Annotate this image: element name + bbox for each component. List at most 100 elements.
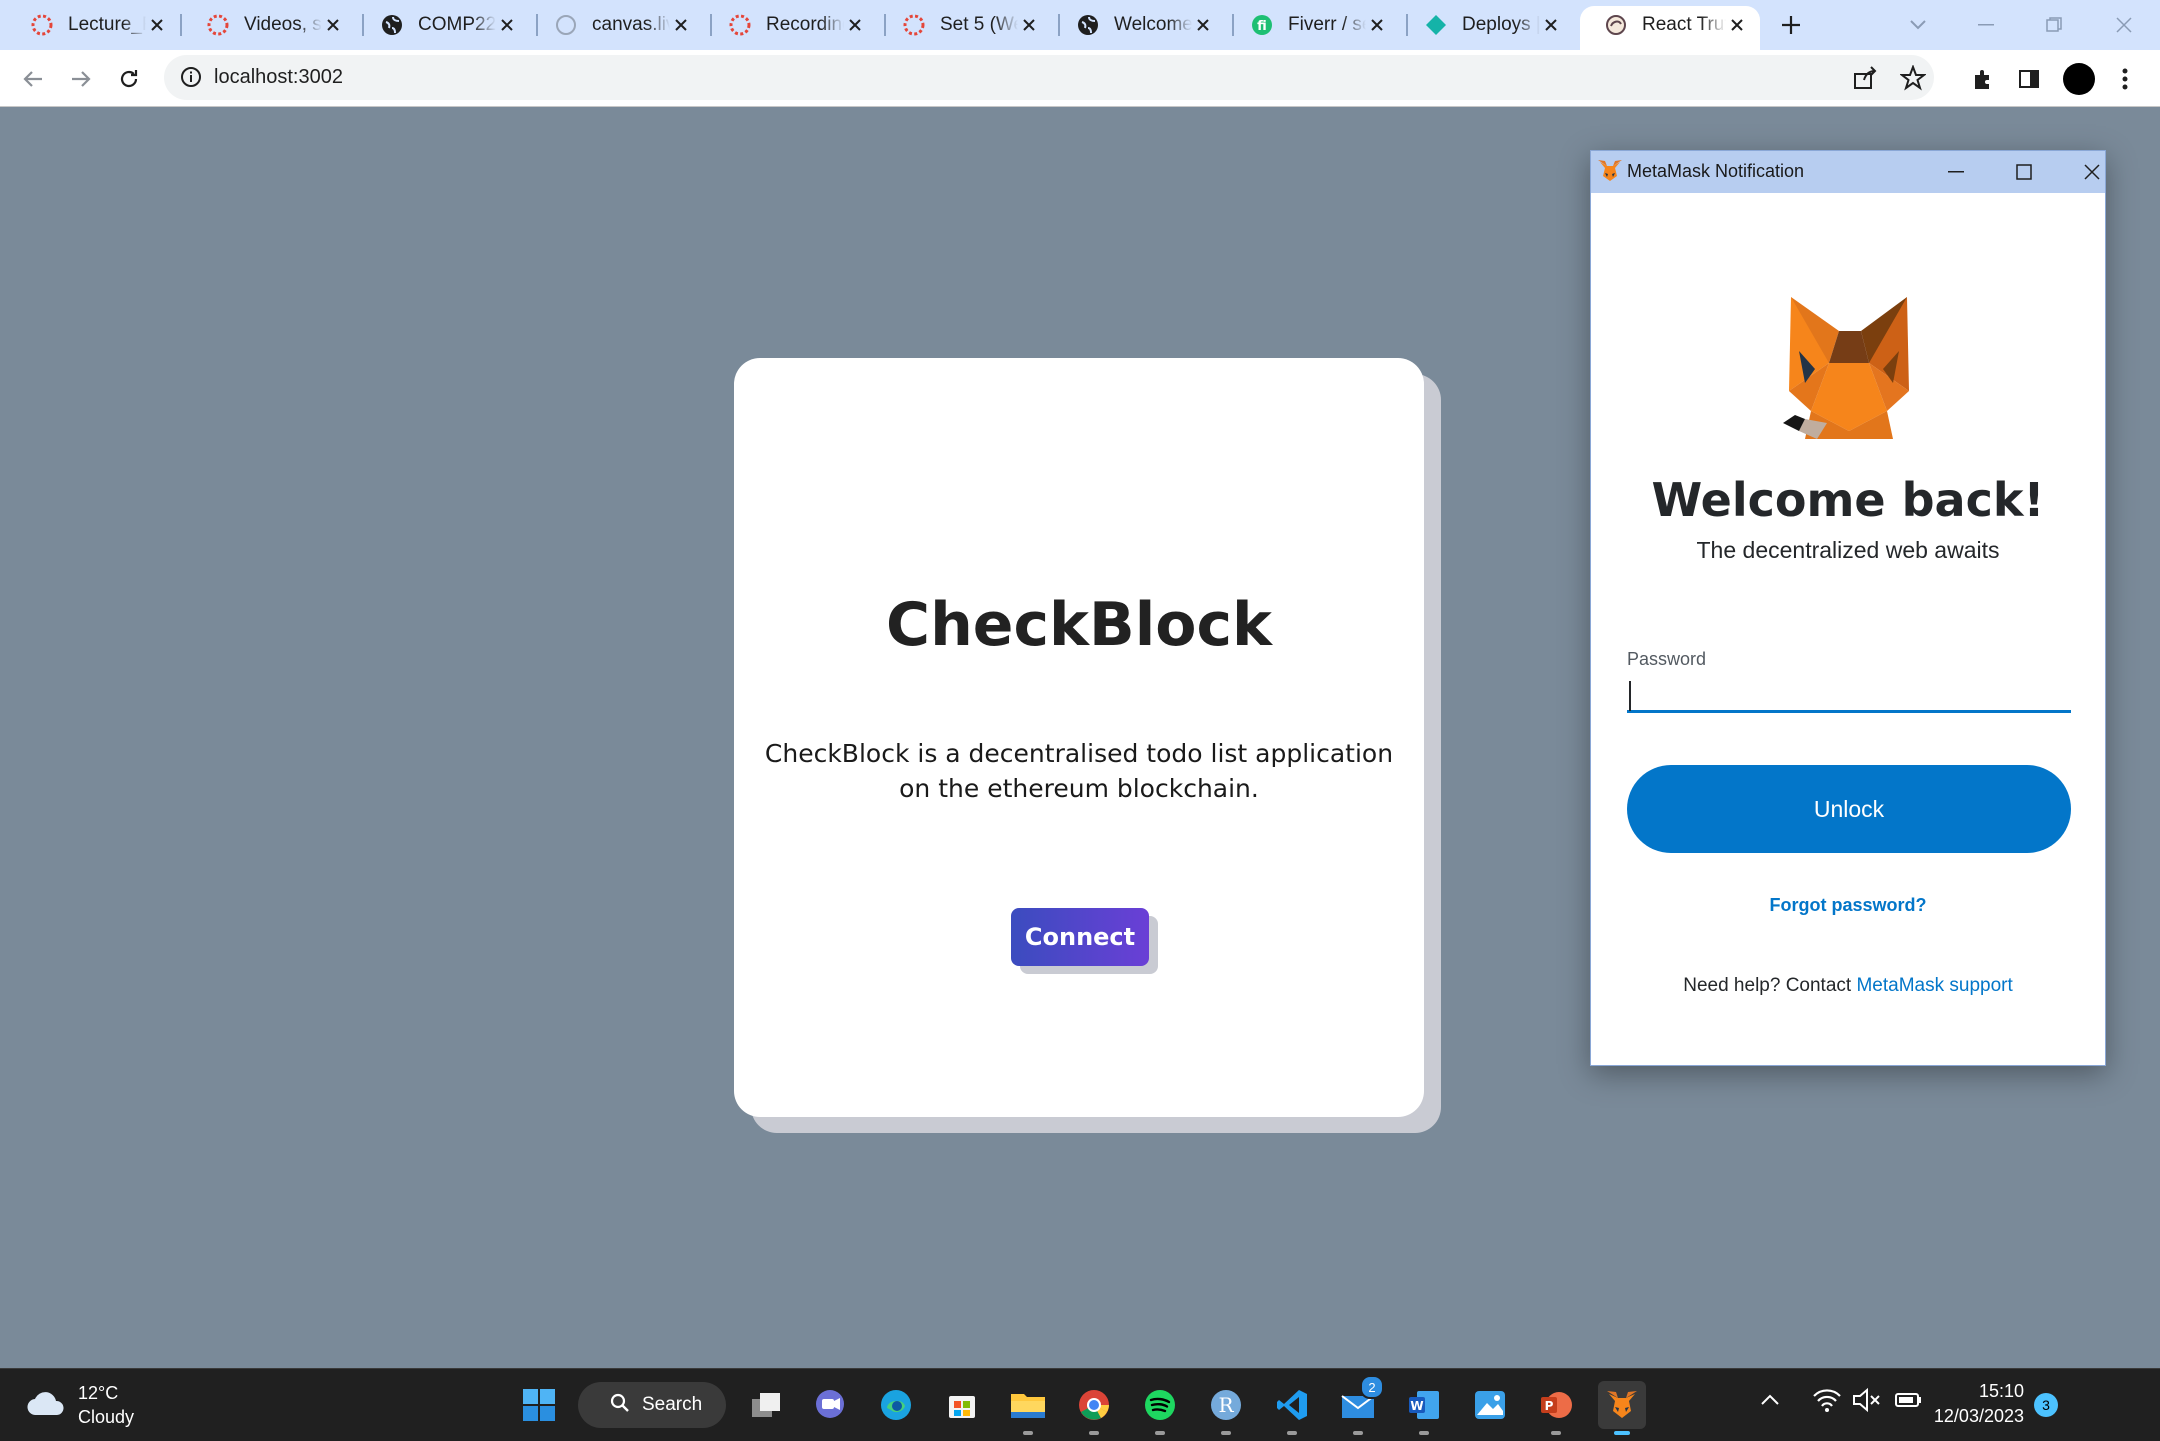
close-icon[interactable] <box>670 14 692 36</box>
tab-label: Lecture_F <box>68 14 146 35</box>
edge-browser-icon[interactable] <box>872 1381 920 1429</box>
metamask-window-title: MetaMask Notification <box>1627 161 1805 181</box>
close-window-button[interactable] <box>2096 8 2152 42</box>
cloud-icon <box>26 1389 66 1422</box>
running-indicator <box>1023 1431 1033 1435</box>
running-indicator <box>1221 1431 1231 1435</box>
text-caret <box>1629 681 1631 711</box>
tab-label: Videos, sli <box>244 14 322 35</box>
globe-icon <box>1076 13 1100 37</box>
running-indicator <box>1353 1431 1363 1435</box>
bookmark-star-icon[interactable] <box>1899 64 1927 96</box>
close-icon[interactable] <box>1192 14 1214 36</box>
spotify-icon[interactable] <box>1136 1381 1184 1435</box>
metamask-taskbar-icon[interactable] <box>1598 1381 1646 1435</box>
vscode-icon[interactable] <box>1268 1381 1316 1435</box>
wifi-icon[interactable] <box>1812 1387 1842 1418</box>
speaker-muted-icon[interactable] <box>1852 1387 1882 1418</box>
tab-recording[interactable]: Recording <box>704 6 878 44</box>
maximize-button[interactable] <box>2001 155 2047 189</box>
r-studio-icon[interactable]: R <box>1202 1381 1250 1435</box>
tab-label: COMP22 <box>418 14 496 35</box>
close-icon[interactable] <box>496 14 518 36</box>
active-indicator <box>1614 1431 1630 1435</box>
canvas-logo-icon <box>902 13 926 37</box>
running-indicator <box>1419 1431 1429 1435</box>
powerpoint-icon[interactable]: P <box>1532 1381 1580 1435</box>
tab-label: Deploys | <box>1462 14 1540 35</box>
minimize-button[interactable] <box>1933 155 1979 189</box>
tab-comp[interactable]: COMP22 <box>356 6 530 44</box>
photos-icon[interactable] <box>1466 1381 1514 1429</box>
minimize-button[interactable] <box>1958 8 2014 42</box>
tab-react-truffle[interactable]: React Truf <box>1580 6 1760 50</box>
chrome-icon[interactable] <box>1070 1381 1118 1435</box>
tab-lecture[interactable]: Lecture_F <box>6 6 180 44</box>
new-tab-button[interactable] <box>1776 10 1806 40</box>
tab-set5[interactable]: Set 5 (We <box>878 6 1052 44</box>
close-icon[interactable] <box>844 14 866 36</box>
taskbar-search[interactable]: Search <box>578 1382 726 1428</box>
search-label: Search <box>642 1394 703 1415</box>
metamask-window: MetaMask Notification Welcome back! The … <box>1590 150 2106 1066</box>
weather-temp: 12°C <box>78 1383 119 1403</box>
metamask-titlebar[interactable]: MetaMask Notification <box>1591 151 2105 193</box>
extensions-icon[interactable] <box>1964 60 2002 98</box>
welcome-heading: Welcome back! <box>1651 473 2045 527</box>
password-field[interactable] <box>1627 673 2071 713</box>
connect-button[interactable]: Connect <box>1011 908 1149 966</box>
canvas-logo-icon <box>30 13 54 37</box>
tab-label: Welcome <box>1114 14 1192 35</box>
side-panel-icon[interactable] <box>2010 60 2048 98</box>
reload-button[interactable] <box>110 60 148 98</box>
app-description: CheckBlock is a decentralised todo list … <box>764 739 1394 803</box>
svg-text:R: R <box>1218 1393 1234 1417</box>
menu-kebab-icon[interactable] <box>2106 60 2144 98</box>
forgot-password-link[interactable]: Forgot password? <box>1591 895 2105 916</box>
globe-icon <box>380 13 404 37</box>
info-icon[interactable] <box>180 66 202 93</box>
app-title: CheckBlock <box>886 590 1272 660</box>
clock-time: 15:10 <box>1978 1381 2024 1401</box>
close-icon[interactable] <box>1018 14 1040 36</box>
tab-fiverr[interactable]: fi Fiverr / se <box>1226 6 1400 44</box>
tab-deploys[interactable]: Deploys | <box>1400 6 1574 44</box>
close-icon[interactable] <box>1726 14 1748 36</box>
notification-badge[interactable]: 3 <box>2034 1393 2058 1417</box>
help-prefix: Need help? Contact <box>1683 975 1857 996</box>
svg-text:P: P <box>1545 1399 1554 1413</box>
metamask-support-link[interactable]: MetaMask support <box>1856 975 2012 996</box>
tab-search-button[interactable] <box>1890 8 1946 42</box>
unlock-button[interactable]: Unlock <box>1627 765 2071 853</box>
password-label: Password <box>1627 649 1707 669</box>
profile-avatar[interactable] <box>2060 60 2098 98</box>
tab-strip: Lecture_F Videos, sli COMP22 canvas.liv … <box>0 0 2160 50</box>
mail-icon[interactable]: 2 <box>1334 1375 1384 1435</box>
fiverr-icon: fi <box>1250 13 1274 37</box>
word-icon[interactable]: W <box>1400 1381 1448 1435</box>
share-icon[interactable] <box>1852 65 1878 96</box>
clock[interactable]: 15:10 12/03/2023 <box>1920 1379 2024 1429</box>
search-icon <box>610 1393 630 1418</box>
close-icon[interactable] <box>322 14 344 36</box>
task-view-icon[interactable] <box>742 1381 790 1429</box>
restore-button[interactable] <box>2026 8 2082 42</box>
close-icon[interactable] <box>146 14 168 36</box>
tab-welcome[interactable]: Welcome <box>1052 6 1226 44</box>
loading-icon <box>554 13 578 37</box>
close-window-button[interactable] <box>2069 155 2115 189</box>
address-bar[interactable]: localhost:3002 <box>164 55 1934 100</box>
teams-chat-icon[interactable] <box>806 1381 854 1429</box>
forward-button[interactable] <box>62 60 100 98</box>
start-button[interactable] <box>515 1381 563 1429</box>
tab-canvas-live[interactable]: canvas.liv <box>530 6 704 44</box>
tab-videos[interactable]: Videos, sli <box>182 6 356 44</box>
close-icon[interactable] <box>1366 14 1388 36</box>
back-button[interactable] <box>14 60 52 98</box>
microsoft-store-icon[interactable] <box>938 1381 986 1429</box>
file-explorer-icon[interactable] <box>1004 1381 1052 1435</box>
running-indicator <box>1155 1431 1165 1435</box>
chevron-up-icon[interactable] <box>1760 1393 1780 1411</box>
close-icon[interactable] <box>1540 14 1562 36</box>
weather-widget[interactable]: 12°C Cloudy <box>26 1381 134 1429</box>
